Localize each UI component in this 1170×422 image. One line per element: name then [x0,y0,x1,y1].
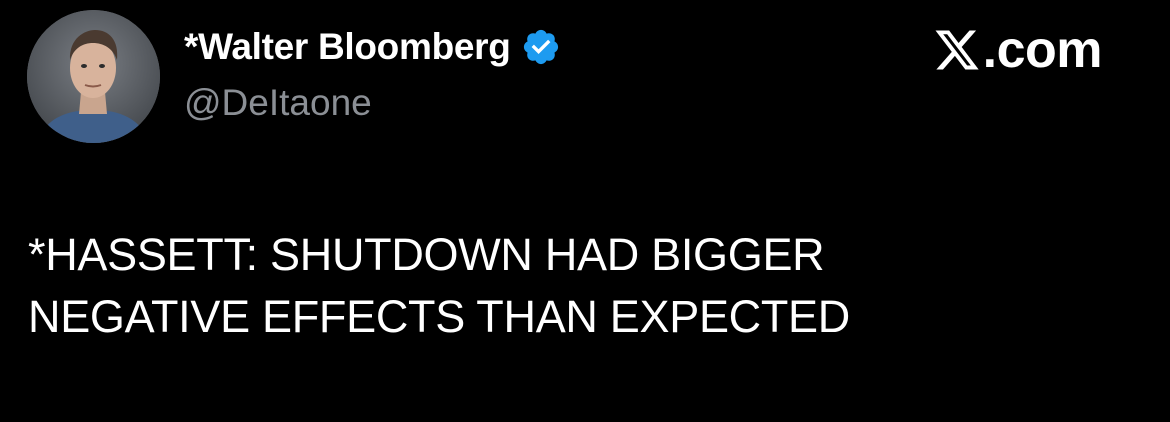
author-row: *Walter Bloomberg [184,26,561,68]
avatar[interactable] [27,10,160,143]
x-logo-icon [931,26,983,74]
display-name[interactable]: *Walter Bloomberg [184,26,511,68]
verified-badge-icon [521,27,561,67]
tweet-card: *Walter Bloomberg @DeItaone .com *HASSET… [0,0,1170,422]
brand-label: .com [982,21,1103,79]
tweet-line: NEGATIVE EFFECTS THAN EXPECTED [28,291,850,342]
brand-mark: .com [931,21,1103,79]
avatar-photo [27,10,160,143]
tweet-text: *HASSETT: SHUTDOWN HAD BIGGER NEGATIVE E… [28,224,1128,348]
tweet-line: *HASSETT: SHUTDOWN HAD BIGGER [28,229,825,280]
author-handle[interactable]: @DeItaone [184,82,372,124]
